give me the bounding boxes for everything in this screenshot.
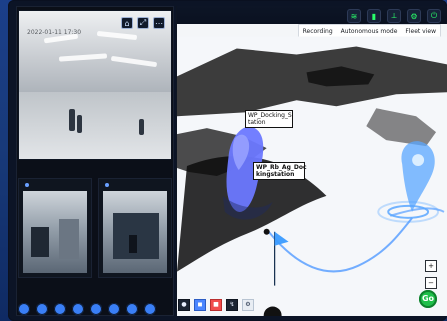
expand-icon[interactable]: ⤢ [137, 17, 149, 29]
goal-pin-center [412, 154, 425, 167]
more-icon[interactable]: ⋯ [153, 17, 165, 29]
camera-toolbar: ⌂ ⤢ ⋯ [121, 17, 165, 29]
zoom-out-button[interactable]: − [425, 277, 437, 289]
nav-dot-icon[interactable] [108, 303, 120, 315]
nav-dot-icon[interactable] [54, 303, 66, 315]
thumbnail-object [59, 219, 79, 259]
camera-footer [18, 302, 172, 316]
nav-dot-icon[interactable] [36, 303, 48, 315]
map-bottom-toolbar: ● ◼ ■ ↯ ⚙ [178, 299, 254, 311]
live-dot-icon [25, 183, 29, 187]
tool-button[interactable]: ◼ [194, 299, 206, 311]
battery-icon[interactable]: ▮ [367, 9, 381, 23]
status-icons: ≋ ▮ ⟂ ⚙ ⏻ [347, 9, 441, 23]
zoom-in-button[interactable]: + [425, 260, 437, 272]
snapshot-icon[interactable]: ⌂ [121, 17, 133, 29]
map-topbar: ≋ ▮ ⟂ ⚙ ⏻ [177, 6, 447, 24]
tool-button[interactable]: ↯ [226, 299, 238, 311]
path-node [263, 228, 270, 235]
signal-icon[interactable]: ⟂ [387, 9, 401, 23]
camera-floor [19, 92, 171, 159]
waypoint-text: WP_Docking_S tation [248, 112, 292, 126]
camera-person [77, 115, 82, 133]
wifi-icon[interactable]: ≋ [347, 9, 361, 23]
settings-icon[interactable]: ⚙ [407, 9, 421, 23]
camera-person [69, 109, 75, 131]
waypoint-text: WP_Rb_Ag_Doc kingstation [256, 164, 307, 178]
nav-dot-icon[interactable] [90, 303, 102, 315]
camera-thumbnail-row [18, 178, 172, 278]
thumbnail-object [31, 227, 49, 257]
nav-dot-icon[interactable] [144, 303, 156, 315]
power-icon[interactable]: ⏻ [427, 9, 441, 23]
go-button[interactable]: Go [419, 290, 437, 308]
map-canvas[interactable] [177, 36, 447, 316]
nav-dot-icon[interactable] [18, 303, 30, 315]
waypoint-label-charger[interactable]: WP_Rb_Ag_Doc kingstation [253, 162, 307, 180]
nav-dot-icon[interactable] [72, 303, 84, 315]
camera-person [139, 119, 144, 135]
map-panel[interactable]: ≋ ▮ ⟂ ⚙ ⏻ Recording Autonomous mode Flee… [176, 6, 447, 316]
tool-button[interactable]: ⚙ [242, 299, 254, 311]
camera-thumbnail[interactable] [98, 178, 172, 278]
camera-timestamp: 2022-01-11 17:30 [27, 29, 82, 36]
camera-main-view[interactable]: 2022-01-11 17:30 ⌂ ⤢ ⋯ [18, 10, 172, 160]
menu-item-fleet-view[interactable]: Fleet view [405, 28, 436, 35]
tool-button[interactable]: ■ [210, 299, 222, 311]
menu-item-recording[interactable]: Recording [303, 28, 333, 35]
menu-item-autonomous[interactable]: Autonomous mode [341, 28, 398, 35]
nav-dot-icon[interactable] [126, 303, 138, 315]
live-dot-icon [105, 183, 109, 187]
camera-thumbnail[interactable] [18, 178, 92, 278]
map-zoom-controls: + − [425, 260, 437, 289]
waypoint-label-docking[interactable]: WP_Docking_S tation [245, 110, 293, 128]
thumbnail-object [129, 235, 137, 253]
tool-button[interactable]: ● [178, 299, 190, 311]
